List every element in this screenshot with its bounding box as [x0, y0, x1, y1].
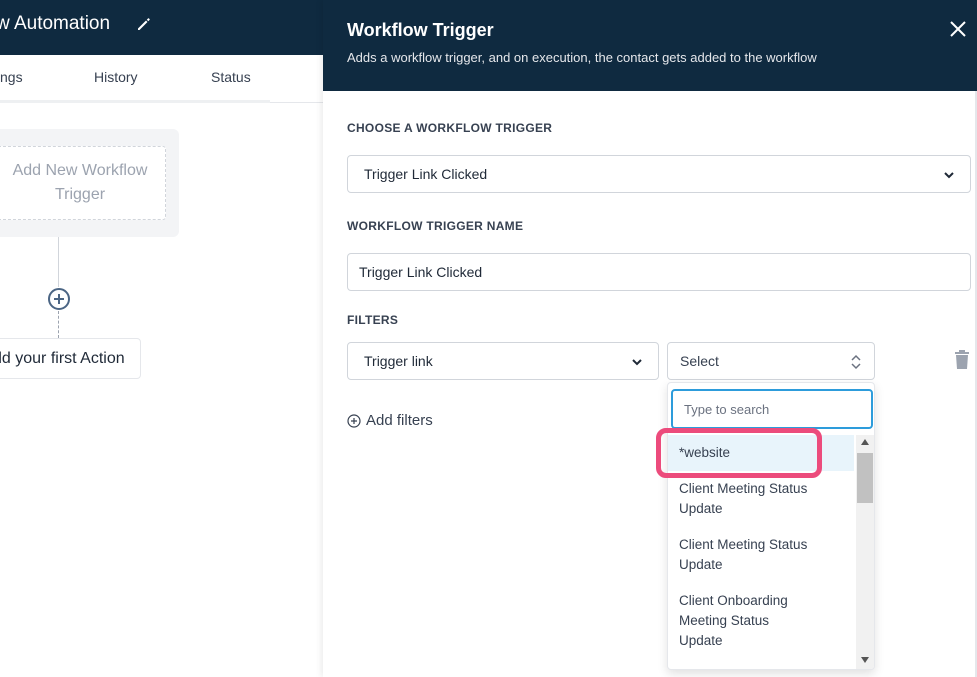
add-step-plus-icon[interactable] — [47, 287, 71, 311]
dropdown-option[interactable]: Client Meeting Status Update — [668, 535, 818, 575]
panel-subtitle: Adds a workflow trigger, and on executio… — [347, 50, 817, 65]
filter-value-select[interactable]: Select — [667, 342, 875, 380]
workflow-title: w Automation — [0, 13, 111, 34]
dropdown-scrollbar[interactable] — [856, 435, 874, 669]
trigger-type-value: Trigger Link Clicked — [364, 166, 488, 182]
filter-value-dropdown: *website Client Meeting Status Update Cl… — [667, 382, 875, 670]
circle-plus-icon — [347, 413, 361, 428]
connector-dashed — [58, 311, 59, 338]
updown-chevron-icon — [851, 354, 861, 370]
dropdown-search-input[interactable] — [671, 389, 873, 429]
tab-status[interactable]: Status — [211, 69, 251, 85]
filter-field-value: Trigger link — [364, 353, 433, 369]
connector-line — [58, 237, 59, 287]
trigger-name-label: WORKFLOW TRIGGER NAME — [347, 219, 524, 233]
tab-divider — [0, 100, 270, 103]
add-filters-button[interactable]: Add filters — [347, 412, 433, 429]
chevron-down-icon — [944, 172, 954, 179]
dropdown-option[interactable]: Client Onboarding Meeting Status Update — [668, 591, 808, 651]
dropdown-option[interactable]: Client Meeting Status Update — [668, 479, 818, 519]
scroll-up-arrow-icon[interactable] — [861, 439, 869, 445]
trash-icon[interactable] — [953, 350, 971, 370]
add-filters-label: Add filters — [366, 412, 433, 429]
add-first-action-button[interactable]: dd your first Action — [0, 338, 141, 379]
trigger-type-label: CHOOSE A WORKFLOW TRIGGER — [347, 121, 553, 135]
add-trigger-label: Add New Workflow Trigger — [12, 162, 148, 203]
trigger-name-input[interactable] — [347, 253, 971, 291]
add-first-action-label: dd your first Action — [0, 349, 125, 367]
panel-header: Workflow Trigger Adds a workflow trigger… — [323, 0, 977, 91]
editor-topbar: w Automation — [0, 0, 323, 55]
filter-value-placeholder: Select — [680, 353, 719, 369]
workflow-trigger-panel: Workflow Trigger Adds a workflow trigger… — [323, 0, 977, 677]
panel-title: Workflow Trigger — [347, 20, 494, 40]
tab-settings[interactable]: ngs — [0, 69, 23, 85]
add-trigger-button[interactable]: Add New Workflow Trigger — [0, 146, 166, 220]
chevron-down-icon — [632, 359, 642, 366]
pencil-icon[interactable] — [136, 16, 152, 32]
trigger-type-select[interactable]: Trigger Link Clicked — [347, 155, 971, 193]
editor-tabs: ngs History Status — [0, 55, 323, 103]
dropdown-option[interactable]: *website — [668, 435, 854, 471]
scroll-down-arrow-icon[interactable] — [861, 657, 869, 663]
close-icon[interactable] — [949, 20, 967, 38]
filter-field-select[interactable]: Trigger link — [347, 342, 659, 380]
scrollbar-thumb[interactable] — [857, 453, 873, 503]
filter-row: Trigger link Select — [347, 342, 971, 388]
tab-history[interactable]: History — [94, 69, 138, 85]
filters-label: FILTERS — [347, 313, 399, 327]
